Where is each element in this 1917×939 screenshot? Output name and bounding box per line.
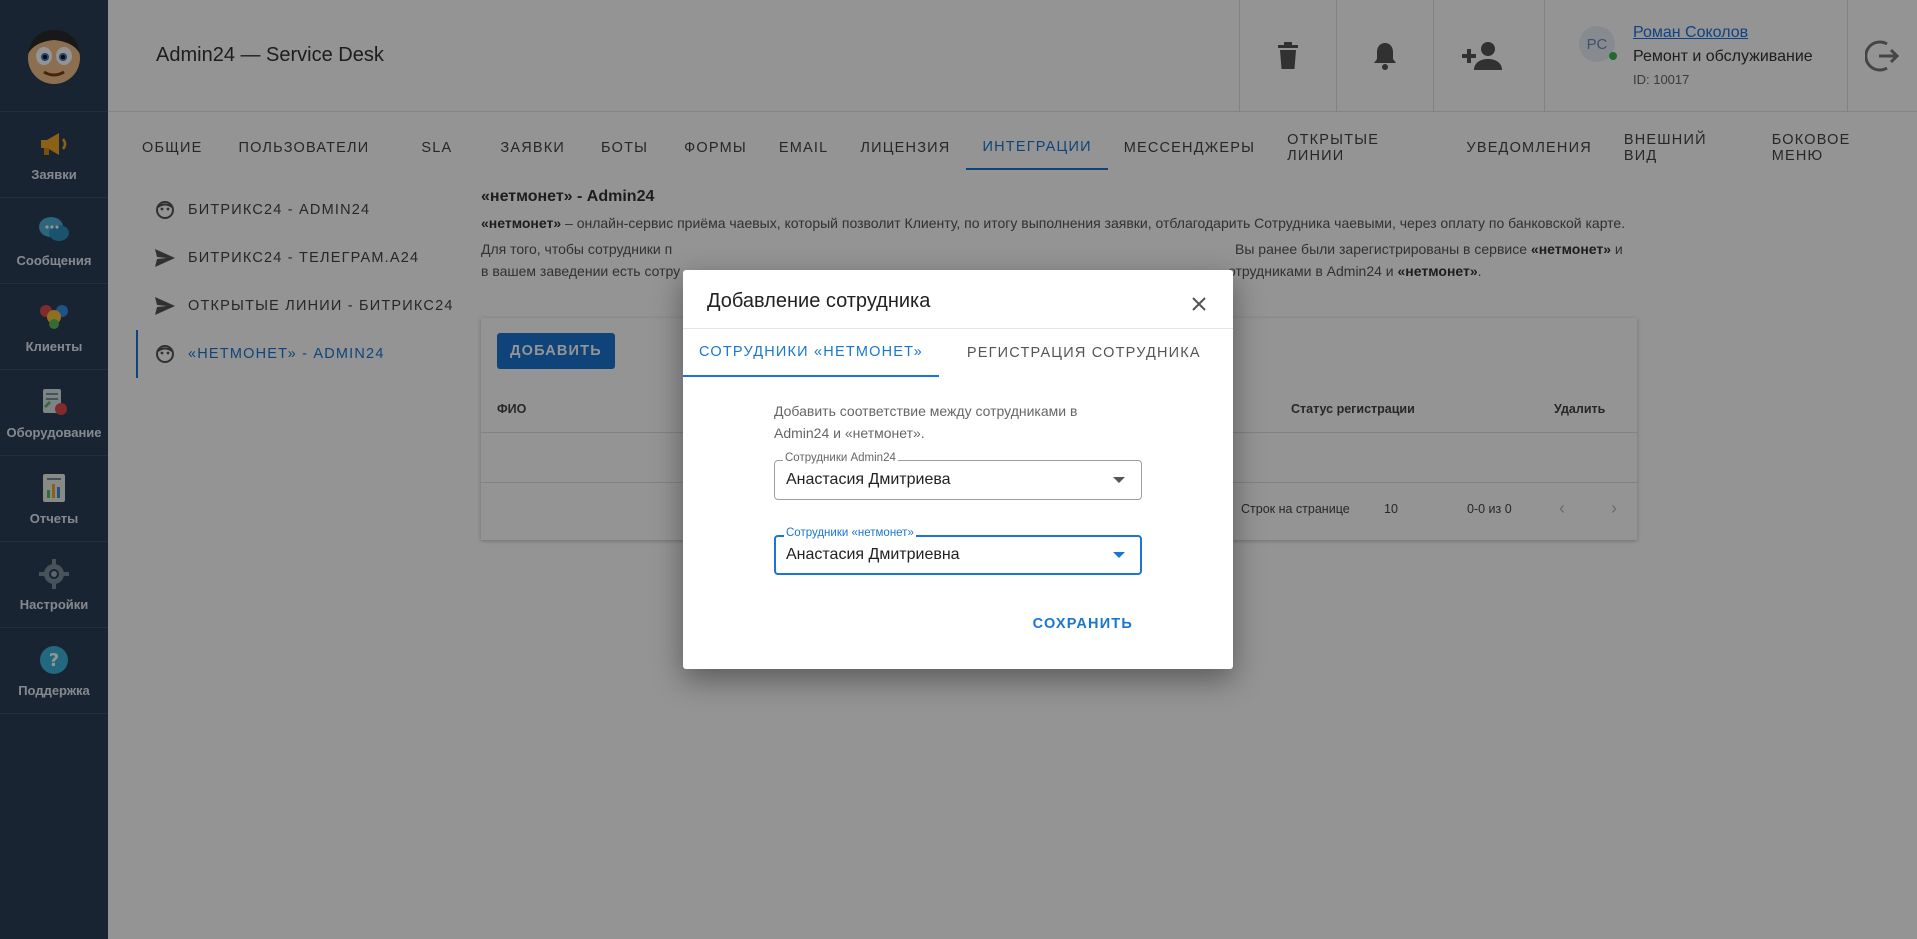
- field-label: Сотрудники «нетмонет»: [784, 527, 916, 539]
- dropdown-arrow-icon: [1113, 477, 1125, 483]
- admin24-employee-select[interactable]: Сотрудники Admin24 Анастасия Дмитриева: [774, 452, 1142, 500]
- dialog-description: Добавить соответствие между сотрудниками…: [774, 403, 1078, 441]
- field-value: Анастасия Дмитриева: [786, 471, 951, 488]
- tab-employee-registration[interactable]: РЕГИСТРАЦИЯ СОТРУДНИКА: [951, 329, 1217, 377]
- dialog-tabs: СОТРУДНИКИ «НЕТМОНЕТ» РЕГИСТРАЦИЯ СОТРУД…: [683, 328, 1233, 378]
- tab-netmonet-employees[interactable]: СОТРУДНИКИ «НЕТМОНЕТ»: [683, 329, 939, 377]
- close-button[interactable]: [1187, 292, 1211, 316]
- save-button[interactable]: СОХРАНИТЬ: [1033, 616, 1133, 632]
- close-icon: [1192, 297, 1206, 311]
- field-label: Сотрудники Admin24: [783, 452, 898, 464]
- add-employee-dialog: Добавление сотрудника СОТРУДНИКИ «НЕТМОН…: [683, 270, 1233, 669]
- field-value: Анастасия Дмитриевна: [786, 546, 960, 563]
- dialog-title: Добавление сотрудника: [707, 290, 931, 312]
- netmonet-employee-select[interactable]: Сотрудники «нетмонет» Анастасия Дмитриев…: [774, 527, 1142, 575]
- dropdown-arrow-icon: [1113, 552, 1125, 558]
